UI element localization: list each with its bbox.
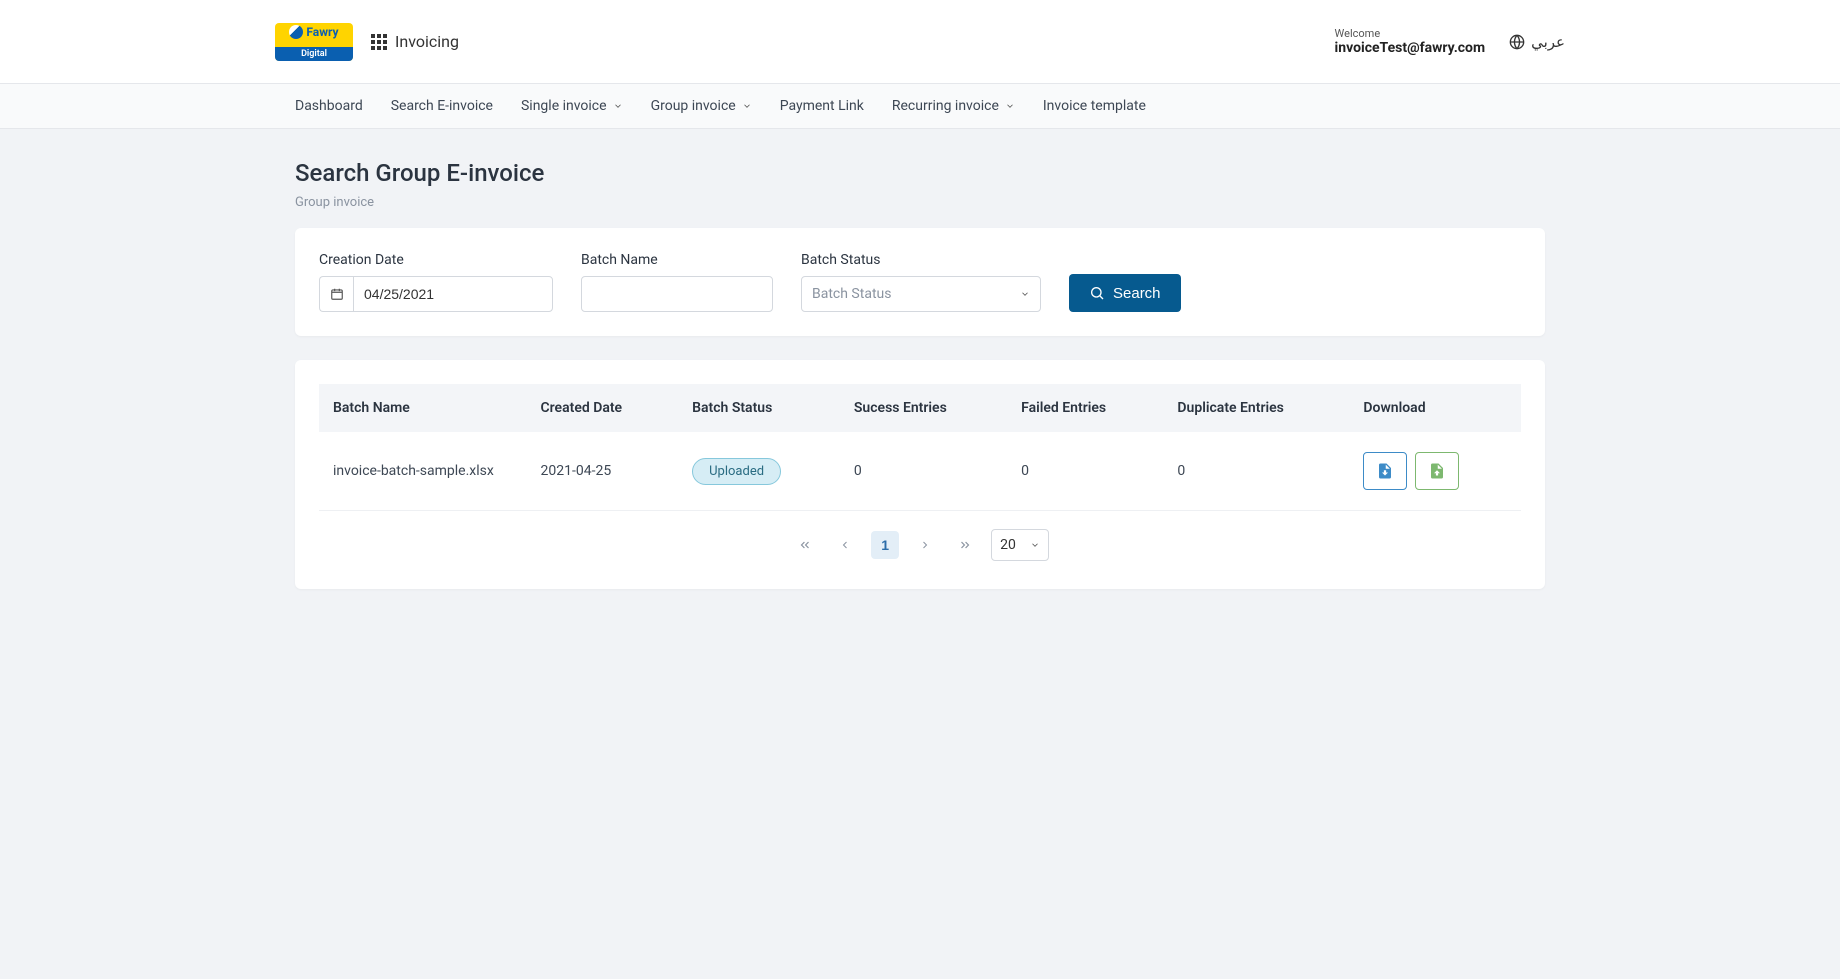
navbar: Dashboard Search E-invoice Single invoice G…: [0, 84, 1840, 129]
welcome-label: Welcome: [1335, 27, 1486, 40]
nav-item-label: Group invoice: [651, 98, 736, 114]
page-size-value: 20: [1000, 537, 1016, 553]
app-title[interactable]: Invoicing: [371, 32, 459, 51]
chevron-right-icon: [919, 539, 931, 551]
nav-item-label: Dashboard: [295, 98, 363, 114]
search-button[interactable]: Search: [1069, 274, 1181, 312]
cell-batch-status: Uploaded: [678, 432, 840, 511]
batch-status-placeholder: Batch Status: [812, 286, 891, 302]
topbar: Fawry Digital Invoicing Welcome invoiceT…: [0, 0, 1840, 84]
batch-name-input[interactable]: [581, 276, 773, 312]
search-icon: [1089, 285, 1105, 301]
results-card: Batch NameCreated DateBatch StatusSucess…: [295, 360, 1545, 589]
creation-date-input[interactable]: [353, 276, 553, 312]
nav-item-label: Invoice template: [1043, 98, 1146, 114]
nav-item-single-invoice[interactable]: Single invoice: [521, 98, 623, 114]
nav-item-label: Recurring invoice: [892, 98, 999, 114]
cell-duplicate-entries: 0: [1163, 432, 1349, 511]
cell-download: [1349, 432, 1521, 511]
language-label: عربي: [1531, 33, 1565, 51]
chevron-down-icon: [1030, 540, 1040, 550]
breadcrumb: Group invoice: [295, 195, 1545, 210]
column-header: Created Date: [527, 384, 679, 432]
chevron-down-icon: [1020, 289, 1030, 299]
nav-item-invoice-template[interactable]: Invoice template: [1043, 98, 1146, 114]
user-email: invoiceTest@fawry.com: [1335, 40, 1486, 56]
logo-swirl-icon: [289, 25, 303, 39]
welcome-block: Welcome invoiceTest@fawry.com: [1335, 27, 1486, 56]
file-upload-icon: [1428, 462, 1446, 480]
column-header: Batch Name: [319, 384, 527, 432]
chevron-left-icon: [839, 539, 851, 551]
chevron-down-icon: [742, 101, 752, 111]
search-button-label: Search: [1113, 285, 1161, 302]
table-row: invoice-batch-sample.xlsx2021-04-25 Uploa…: [319, 432, 1521, 511]
pagination: 1 20: [319, 511, 1521, 565]
chevron-double-right-icon: [958, 538, 972, 552]
file-download-icon: [1376, 462, 1394, 480]
calendar-icon[interactable]: [319, 276, 353, 312]
batch-name-label: Batch Name: [581, 252, 773, 268]
nav-item-dashboard[interactable]: Dashboard: [295, 98, 363, 114]
pagination-page-current[interactable]: 1: [871, 531, 899, 559]
app-name-label: Invoicing: [395, 32, 459, 51]
creation-date-label: Creation Date: [319, 252, 553, 268]
nav-item-label: Payment Link: [780, 98, 864, 114]
pagination-next[interactable]: [911, 531, 939, 559]
pagination-last[interactable]: [951, 531, 979, 559]
nav-item-payment-link[interactable]: Payment Link: [780, 98, 864, 114]
nav-item-recurring-invoice[interactable]: Recurring invoice: [892, 98, 1015, 114]
language-switch[interactable]: عربي: [1509, 33, 1565, 51]
chevron-down-icon: [613, 101, 623, 111]
logo-brand-text: Fawry: [306, 25, 338, 39]
globe-icon: [1509, 34, 1525, 50]
cell-created-date: 2021-04-25: [527, 432, 679, 511]
chevron-down-icon: [1005, 101, 1015, 111]
filter-card: Creation Date Batch Name Batch Status: [295, 228, 1545, 336]
column-header: Duplicate Entries: [1163, 384, 1349, 432]
pagination-first[interactable]: [791, 531, 819, 559]
status-badge: Uploaded: [692, 458, 781, 485]
brand-logo[interactable]: Fawry Digital: [275, 23, 353, 61]
results-table: Batch NameCreated DateBatch StatusSucess…: [319, 384, 1521, 511]
cell-batch-name: invoice-batch-sample.xlsx: [319, 432, 527, 511]
column-header: Failed Entries: [1007, 384, 1163, 432]
chevron-double-left-icon: [798, 538, 812, 552]
column-header: Sucess Entries: [840, 384, 1007, 432]
page-title: Search Group E-invoice: [295, 159, 1545, 187]
column-header: Download: [1349, 384, 1521, 432]
creation-date-input-group[interactable]: [319, 276, 553, 312]
pagination-prev[interactable]: [831, 531, 859, 559]
nav-item-label: Search E-invoice: [391, 98, 493, 114]
page-size-select[interactable]: 20: [991, 529, 1049, 561]
nav-item-label: Single invoice: [521, 98, 607, 114]
cell-failed-entries: 0: [1007, 432, 1163, 511]
batch-status-select[interactable]: Batch Status: [801, 276, 1041, 312]
cell-success-entries: 0: [840, 432, 1007, 511]
batch-status-label: Batch Status: [801, 252, 1041, 268]
download-file-button[interactable]: [1363, 452, 1407, 490]
apps-grid-icon: [371, 34, 387, 50]
logo-sub-text: Digital: [275, 47, 353, 61]
upload-file-button[interactable]: [1415, 452, 1459, 490]
nav-item-group-invoice[interactable]: Group invoice: [651, 98, 752, 114]
column-header: Batch Status: [678, 384, 840, 432]
nav-item-search-e-invoice[interactable]: Search E-invoice: [391, 98, 493, 114]
